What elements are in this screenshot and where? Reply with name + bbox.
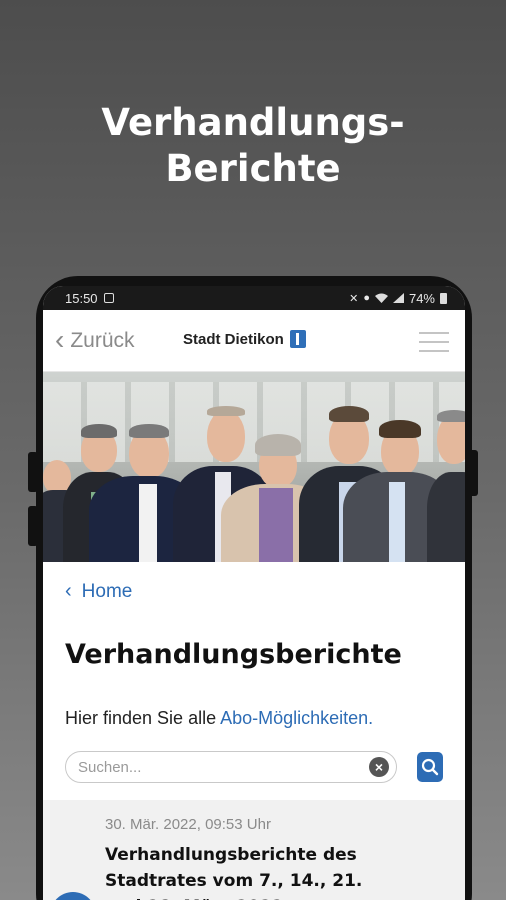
brand-logo[interactable]: Stadt Dietikon [183, 330, 306, 348]
intro-text: Hier finden Sie alle Abo-Möglichkeiten. [65, 708, 443, 729]
list-item[interactable]: 30. Mär. 2022, 09:53 Uhr Verhandlungsber… [43, 800, 465, 900]
item-title: Verhandlungsberichte des Stadtrates vom … [105, 845, 363, 900]
back-label: Zurück [70, 328, 135, 352]
item-date: 30. Mär. 2022, 09:53 Uhr [105, 816, 271, 833]
search-button[interactable] [417, 752, 443, 782]
phone-screen: 15:50 ✕ ● 74% ‹ Zurück Stadt Dietikon ‹ … [43, 286, 465, 900]
chevron-right-icon: › [439, 896, 447, 900]
page-title: Verhandlungsberichte [65, 639, 402, 670]
clear-icon[interactable]: × [369, 757, 389, 777]
intro-label: Hier finden Sie alle [65, 708, 221, 728]
breadcrumb-home-link[interactable]: ‹ Home [65, 580, 443, 603]
battery-icon [440, 292, 447, 304]
location-icon: ● [363, 292, 370, 304]
brand-name: Stadt Dietikon [183, 330, 284, 348]
main-content: ‹ Home Verhandlungsberichte Hier finden … [43, 580, 465, 783]
home-label: Home [81, 580, 133, 602]
promo-title-line2: Berichte [165, 147, 341, 190]
search-icon [421, 758, 439, 776]
mute-icon: ✕ [349, 292, 359, 305]
dietikon-crest-icon [289, 330, 306, 348]
promo-title-line1: Verhandlungs- [101, 101, 405, 144]
document-icon [50, 892, 96, 900]
chevron-left-icon: ‹ [65, 580, 72, 602]
promo-title: Verhandlungs- Berichte [0, 100, 506, 192]
search-row: × [65, 751, 443, 783]
abo-link[interactable]: Abo-Möglichkeiten. [220, 708, 373, 728]
status-bar: 15:50 ✕ ● 74% [43, 286, 465, 310]
signal-icon [392, 293, 404, 303]
battery-percent: 74% [408, 290, 435, 306]
app-header: ‹ Zurück Stadt Dietikon [43, 310, 465, 372]
wifi-icon [374, 293, 388, 303]
back-button[interactable]: ‹ Zurück [55, 323, 135, 355]
hamburger-menu-button[interactable] [419, 332, 449, 359]
chevron-left-icon: ‹ [55, 323, 65, 355]
search-input[interactable] [65, 751, 397, 783]
status-time: 15:50 [65, 290, 98, 306]
screenshot-icon [103, 293, 114, 303]
search-field: × [65, 751, 397, 783]
hero-image [43, 372, 465, 562]
